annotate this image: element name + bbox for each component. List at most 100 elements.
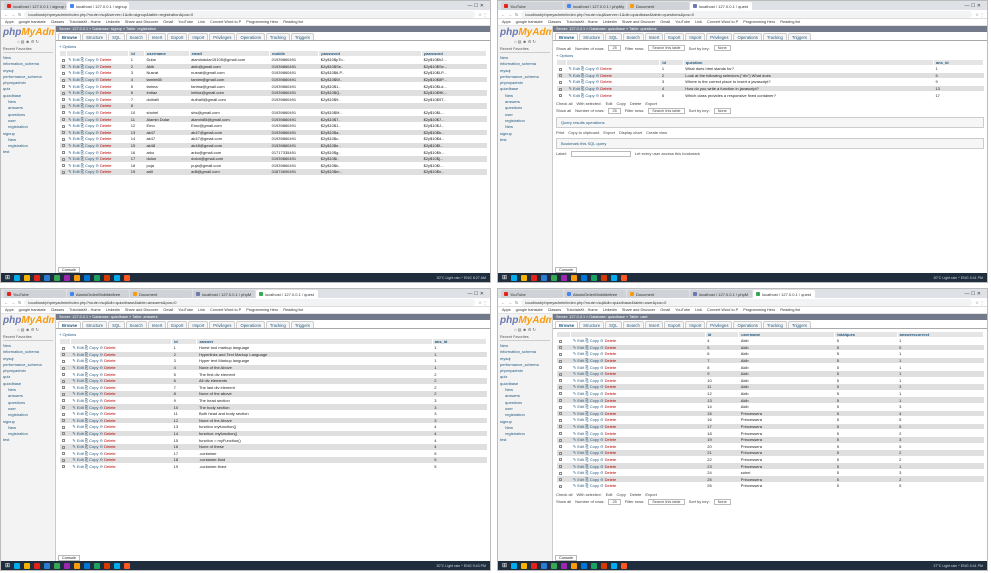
edit-link[interactable]: Edit [77, 411, 84, 416]
delete-link[interactable]: Delete [100, 70, 112, 75]
bookmark-item[interactable]: TutorialsKt - Home [566, 20, 598, 24]
delete-link[interactable]: Delete [104, 365, 116, 370]
taskbar-app-icon[interactable] [124, 562, 131, 569]
tab-browse[interactable]: Browse [58, 321, 82, 328]
taskbar-app-icon[interactable] [601, 274, 608, 281]
row-checkbox[interactable] [556, 91, 567, 99]
delete-link[interactable]: Delete [605, 345, 617, 350]
delete-link[interactable]: Delete [100, 169, 112, 174]
url-field[interactable]: localhost/phpmyadmin/index.php?route=/sq… [24, 298, 476, 306]
edit-link[interactable]: Edit [73, 57, 80, 62]
tab-insert[interactable]: Insert [147, 33, 167, 40]
tab-triggers[interactable]: Triggers [787, 321, 812, 328]
delete-link[interactable]: Delete [100, 156, 112, 161]
delete-link[interactable]: Delete [104, 398, 116, 403]
delete-link[interactable]: Delete [100, 97, 112, 102]
row-checkbox[interactable] [59, 436, 71, 444]
delete-link[interactable]: Delete [100, 103, 112, 108]
tab-tracking[interactable]: Tracking [265, 321, 290, 328]
recent-favorites[interactable]: Recent Favorites [3, 47, 53, 53]
row-checkbox[interactable] [556, 482, 571, 490]
bookmark-item[interactable]: Programming Hero [246, 308, 278, 312]
row-checkbox[interactable] [59, 417, 71, 425]
bookmark-item[interactable]: YouTube [675, 308, 690, 312]
row-checkbox[interactable] [556, 78, 567, 86]
copy-link[interactable]: Copy [590, 384, 599, 389]
taskbar-app-icon[interactable] [64, 274, 71, 281]
edit-link[interactable]: Edit [73, 77, 80, 82]
delete-link[interactable]: Delete [104, 352, 116, 357]
row-checkbox[interactable] [556, 383, 571, 391]
taskbar-app-icon[interactable] [621, 274, 628, 281]
copy-link[interactable]: Copy [85, 117, 94, 122]
bookmark-item[interactable]: TutorialsKt - Home [69, 20, 101, 24]
copy-link[interactable]: Copy [85, 103, 94, 108]
bookmark-item[interactable]: Apps [502, 20, 511, 24]
edit-link[interactable]: Edit [577, 464, 584, 469]
copy-link[interactable]: Copy [590, 371, 599, 376]
row-checkbox[interactable] [59, 142, 67, 150]
row-checkbox[interactable] [59, 463, 71, 471]
filter-input[interactable]: Search this table [648, 107, 685, 114]
copy-link[interactable]: Copy [590, 365, 599, 370]
row-checkbox[interactable] [59, 135, 67, 143]
start-icon[interactable]: ⊞ [502, 274, 507, 281]
delete-link[interactable]: Delete [605, 378, 617, 383]
delete-link[interactable]: Delete [104, 431, 116, 436]
edit-link[interactable]: Edit [577, 391, 584, 396]
edit-link[interactable]: Edit [73, 136, 80, 141]
edit-link[interactable]: Edit [77, 352, 84, 357]
tab-import[interactable]: Import [188, 33, 209, 40]
tab-structure[interactable]: Structure [82, 33, 108, 40]
bookmark-item[interactable]: Gmail [163, 20, 173, 24]
edit-link[interactable]: Edit [77, 438, 84, 443]
sort-select[interactable]: None [713, 107, 731, 114]
taskbar-app-icon[interactable] [64, 562, 71, 569]
edit-link[interactable]: Edit [577, 437, 584, 442]
bookmark-item[interactable]: YouTube [178, 20, 193, 24]
tab-triggers[interactable]: Triggers [787, 33, 812, 40]
sort-select[interactable]: None [713, 45, 731, 51]
delete-link[interactable]: Delete [605, 338, 617, 343]
browser-tab[interactable]: localhost / 127.0.0.1 / phpM [193, 290, 255, 298]
edit-link[interactable]: Edit [73, 156, 80, 161]
taskbar-app-icon[interactable] [94, 274, 101, 281]
bookmark-item[interactable]: Classes [51, 308, 65, 312]
copy-link[interactable]: Copy [590, 477, 599, 482]
tab-export[interactable]: Export [664, 321, 685, 328]
browser-tab[interactable]: localhost / 127.0.0.1 / quest [256, 290, 318, 298]
edit-link[interactable]: Edit [77, 457, 84, 462]
back-icon[interactable]: ← [4, 12, 8, 17]
row-checkbox[interactable] [59, 344, 71, 352]
sidebar-icons[interactable]: ⌂ ▤ ☻ ⚙ ↻ [500, 39, 550, 44]
delete-link[interactable]: Delete [100, 136, 112, 141]
taskbar-app-icon[interactable] [24, 274, 31, 281]
taskbar-app-icon[interactable] [561, 562, 568, 569]
copy-link[interactable]: Copy [590, 398, 599, 403]
row-checkbox[interactable] [556, 377, 571, 385]
bookmark-item[interactable]: Linkedin [106, 308, 120, 312]
tab-search[interactable]: Search [125, 33, 147, 40]
edit-link[interactable]: Edit [577, 365, 584, 370]
operation-link[interactable]: Create view [646, 130, 667, 135]
edit-link[interactable]: Edit [73, 150, 80, 155]
bookmark-item[interactable]: Classes [548, 308, 562, 312]
delete-link[interactable]: Delete [104, 358, 116, 363]
delete-link[interactable]: Delete [605, 417, 617, 422]
browser-tab[interactable]: localhost / 127.0.0.1 / quest [753, 290, 815, 298]
copy-link[interactable]: Copy [85, 143, 94, 148]
copy-link[interactable]: Copy [590, 483, 599, 488]
tab-structure[interactable]: Structure [579, 33, 605, 40]
row-checkbox[interactable] [59, 403, 71, 411]
copy-link[interactable]: Copy [89, 391, 98, 396]
phpmyadmin-logo[interactable]: phpMyAdmin [500, 28, 552, 38]
row-checkbox[interactable] [59, 148, 67, 156]
row-checkbox[interactable] [59, 384, 71, 392]
taskbar-app-icon[interactable] [124, 274, 131, 281]
row-checkbox[interactable] [556, 65, 567, 73]
tab-export[interactable]: Export [167, 33, 188, 40]
copy-link[interactable]: Copy [85, 130, 94, 135]
delete-link[interactable]: Delete [100, 57, 112, 62]
browser-tab[interactable]: Document [130, 290, 192, 298]
tab-browse[interactable]: Browse [555, 33, 579, 40]
